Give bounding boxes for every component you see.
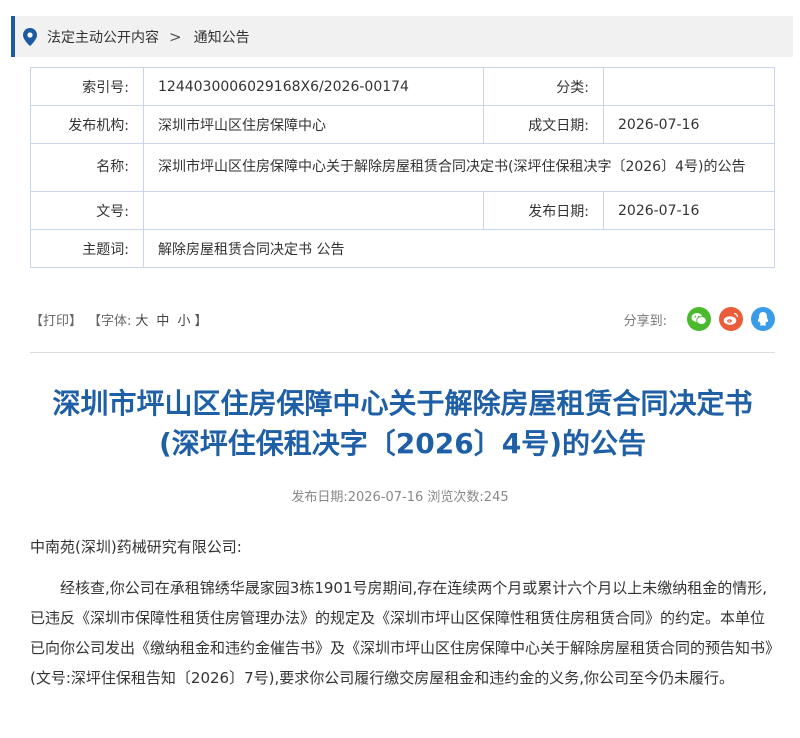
breadcrumb-item-notices[interactable]: 通知公告 [194,27,250,47]
topic-label: 主题词: [30,229,144,268]
print-button[interactable]: 【打印】 [30,310,82,329]
article-title-line2: (深坪住保租决字〔2026〕4号)的公告 [158,427,646,460]
doc-number-value [143,191,484,230]
paragraph: 经核查,你公司在承租锦绣华晟家园3栋1901号房期间,存在连续两个月或累计六个月… [30,579,773,687]
publish-info: 发布日期:2026-07-16 浏览次数:245 [291,490,509,505]
published-date-label: 发布日期: [483,191,604,230]
font-small-button[interactable]: 小 [177,310,190,329]
index-label: 索引号: [30,67,144,106]
article-toolbar: 【打印】 【字体: 大 中 小 】 分享到: [30,302,775,336]
font-size-suffix: 】 [194,313,208,329]
name-value: 深圳市坪山区住房保障中心关于解除房屋租赁合同决定书(深坪住保租决字〔2026〕4… [143,143,775,192]
breadcrumb-separator: > [169,27,182,46]
share-label: 分享到: [623,313,667,329]
article-body: 中南苑(深圳)药械研究有限公司: 经核查,你公司在承租锦绣华晟家园3栋1901号… [30,535,775,693]
article-title-line1: 深圳市坪山区住房保障中心关于解除房屋租赁合同决定书 [52,387,753,420]
created-date-label: 成文日期: [483,105,604,144]
qq-icon[interactable] [751,307,775,331]
weibo-icon[interactable] [719,307,743,331]
wechat-icon[interactable] [687,307,711,331]
font-size-label: 【字体: [88,313,132,329]
divider [30,352,775,353]
published-date-value: 2026-07-16 [603,191,775,230]
category-label: 分类: [483,67,604,106]
breadcrumb-item-public-content[interactable]: 法定主动公开内容 [47,27,159,47]
font-large-button[interactable]: 大 [135,310,148,329]
metadata-table: 索引号: 1244030006029168X6/2026-00174 分类: 发… [30,67,775,268]
article-title: 深圳市坪山区住房保障中心关于解除房屋租赁合同决定书 (深坪住保租决字〔2026〕… [20,384,785,464]
addressee: 中南苑(深圳)药械研究有限公司: [30,538,242,556]
doc-number-label: 文号: [30,191,144,230]
breadcrumb: 法定主动公开内容 > 通知公告 [11,16,793,57]
category-value [603,67,775,106]
publisher-value: 深圳市坪山区住房保障中心 [143,105,484,144]
created-date-value: 2026-07-16 [603,105,775,144]
topic-value: 解除房屋租赁合同决定书 公告 [143,229,775,268]
location-pin-icon [23,27,37,46]
publisher-label: 发布机构: [30,105,144,144]
name-label: 名称: [30,143,144,192]
index-value: 1244030006029168X6/2026-00174 [143,67,484,106]
font-medium-button[interactable]: 中 [156,310,169,329]
